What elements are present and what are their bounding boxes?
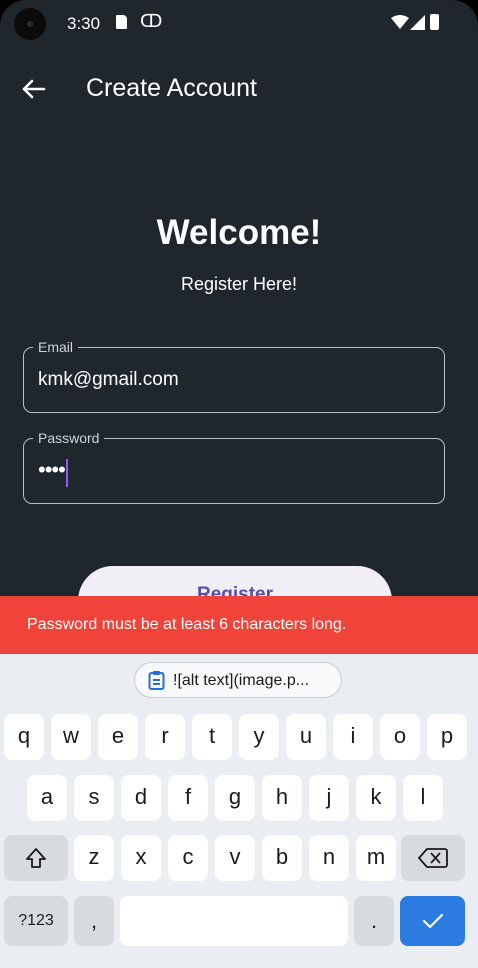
status-time: 3:30 (67, 14, 101, 33)
key-v[interactable]: v (215, 835, 255, 881)
key-n[interactable]: n (309, 835, 349, 881)
clipboard-suggestion-chip[interactable]: ![alt text](image.p... (134, 662, 342, 698)
register-subtitle: Register Here! (180, 274, 298, 294)
key-x[interactable]: x (121, 835, 161, 881)
key-q[interactable]: q (4, 714, 44, 760)
symbols-key[interactable]: ?123 (4, 896, 68, 946)
key-a[interactable]: a (27, 775, 67, 821)
signal-icon (410, 15, 425, 30)
page-title: Create Account (86, 74, 257, 102)
sd-card-icon (116, 15, 127, 29)
key-c[interactable]: c (168, 835, 208, 881)
key-u[interactable]: u (286, 714, 326, 760)
key-k[interactable]: k (356, 775, 396, 821)
enter-key[interactable] (400, 896, 465, 946)
period-key[interactable]: . (354, 896, 394, 946)
shift-icon (26, 848, 46, 868)
key-t[interactable]: t (192, 714, 232, 760)
space-key[interactable] (120, 896, 348, 946)
key-h[interactable]: h (262, 775, 302, 821)
key-r[interactable]: r (145, 714, 185, 760)
clipboard-text: ![alt text](image.p... (173, 672, 310, 689)
snackbar-message: Password must be at least 6 characters l… (27, 616, 347, 633)
battery-icon (430, 14, 439, 30)
clipboard-icon (148, 671, 165, 690)
key-b[interactable]: b (262, 835, 302, 881)
camera-cutout (14, 8, 46, 40)
backspace-icon (418, 848, 448, 868)
password-value: •••• (38, 457, 66, 482)
key-m[interactable]: m (356, 835, 396, 881)
key-j[interactable]: j (309, 775, 349, 821)
arrow-left-icon[interactable] (18, 74, 48, 104)
key-i[interactable]: i (333, 714, 373, 760)
checkmark-icon (422, 913, 443, 929)
text-cursor (66, 459, 68, 487)
backspace-key[interactable] (401, 835, 465, 881)
email-value: kmk@gmail.com (38, 369, 179, 390)
key-s[interactable]: s (74, 775, 114, 821)
wifi-icon (391, 15, 409, 29)
key-f[interactable]: f (168, 775, 208, 821)
error-snackbar: Password must be at least 6 characters l… (0, 596, 478, 654)
shift-key[interactable] (4, 835, 68, 881)
welcome-heading: Welcome! (156, 213, 322, 252)
notification-icon: ↀ (140, 11, 163, 31)
key-g[interactable]: g (215, 775, 255, 821)
key-y[interactable]: y (239, 714, 279, 760)
password-field[interactable]: Password •••• (23, 430, 445, 504)
key-w[interactable]: w (51, 714, 91, 760)
key-z[interactable]: z (74, 835, 114, 881)
email-field[interactable]: Email kmk@gmail.com (23, 339, 445, 413)
status-bar: 3:30 ↀ (0, 0, 478, 48)
app-screen: 3:30 ↀ Create Account Welcome! Register … (0, 0, 478, 968)
soft-keyboard: ![alt text](image.p... q w e r t y u i o… (0, 654, 478, 968)
comma-key[interactable]: , (74, 896, 114, 946)
key-o[interactable]: o (380, 714, 420, 760)
key-l[interactable]: l (403, 775, 443, 821)
key-d[interactable]: d (121, 775, 161, 821)
key-p[interactable]: p (427, 714, 467, 760)
key-e[interactable]: e (98, 714, 138, 760)
password-label: Password (33, 430, 105, 446)
email-label: Email (33, 339, 79, 355)
